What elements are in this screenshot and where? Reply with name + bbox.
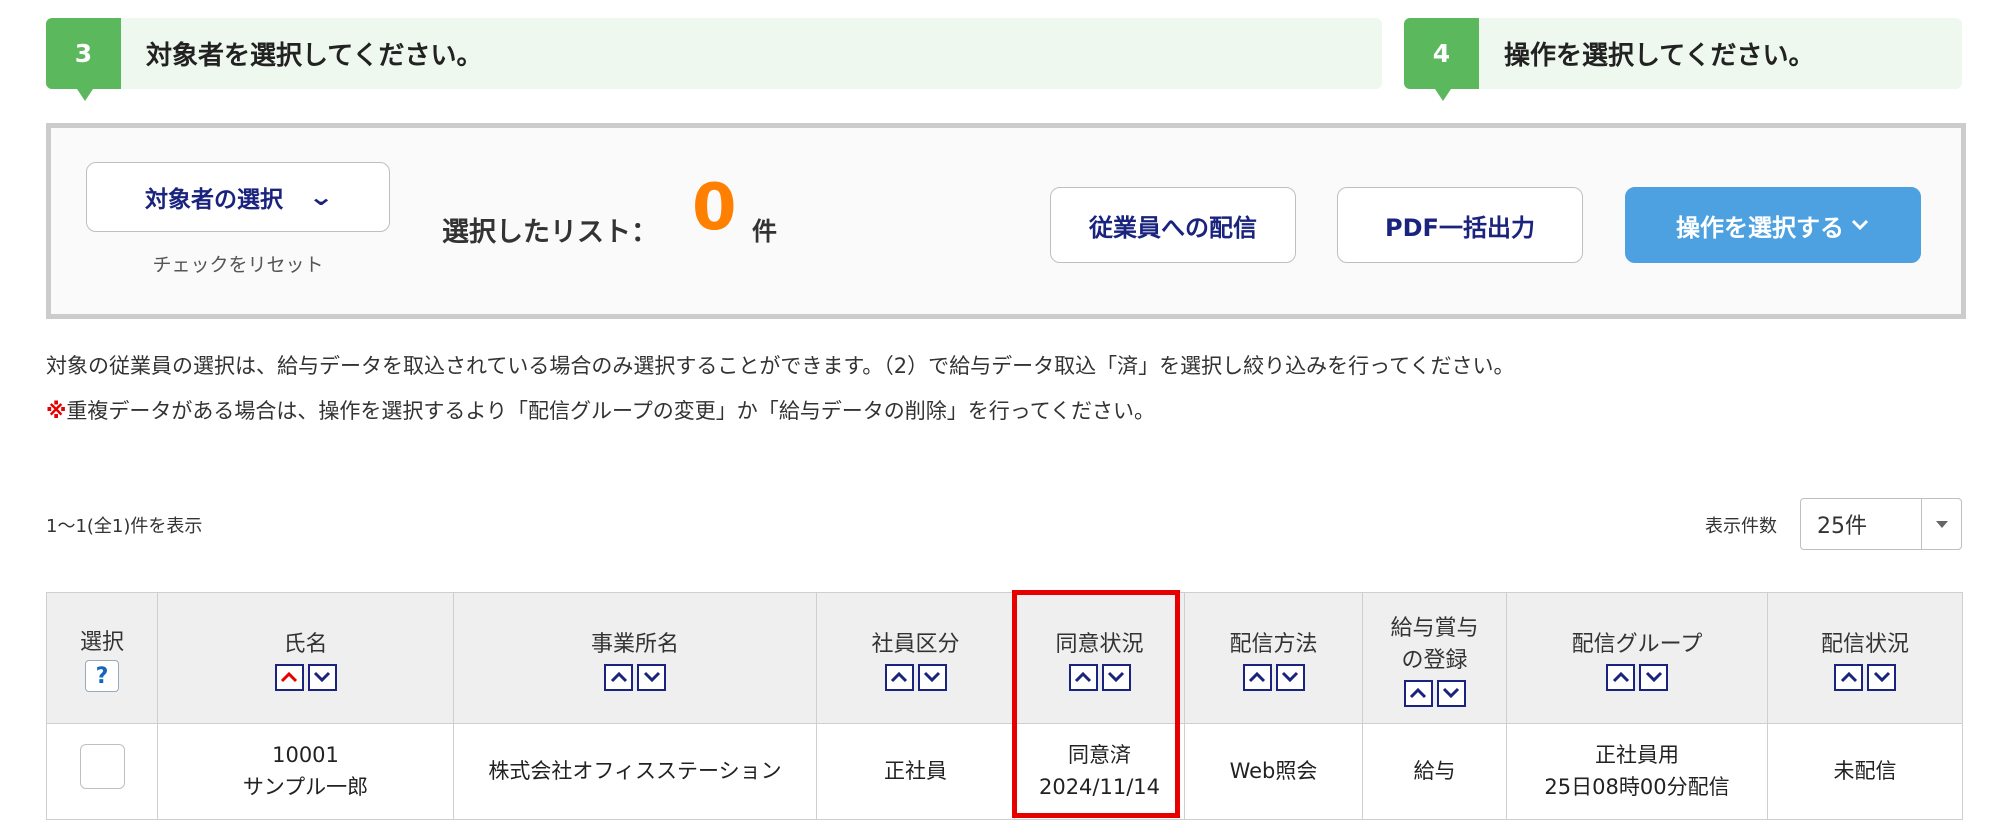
step-4-bar: 4 操作を選択してください。 [1404,18,1962,101]
duplicate-note-text: 重複データがある場合は、操作を選択するより「配信グループの変更」か「給与データの… [66,399,1156,423]
sort-down-icon [1281,671,1299,683]
header-office: 事業所名 [453,592,817,724]
cell-delivery-status: 未配信 [1767,723,1963,820]
header-select: 選択 ? [46,592,158,724]
sort-down-icon [1442,687,1460,699]
chevron-down-icon: ⌄ [307,183,335,211]
dropdown-arrow-icon [1921,499,1961,549]
sort-up-icon [1840,671,1857,683]
header-name: 氏名 [157,592,454,724]
select-action-label: 操作を選択する [1676,213,1844,242]
sort-up-icon [610,671,627,683]
selection-note: 対象の従業員の選択は、給与データを取込されている場合のみ選択することができます。… [46,354,1515,378]
group-schedule: 25日08時00分配信 [1544,774,1730,799]
employee-table: 選択 ? 氏名 事業所名 社員区分 同意状況 配信方法 給与賞与 の登録 配信グ… [46,592,1963,820]
step-3-title: 対象者を選択してください。 [146,41,483,71]
select-action-button[interactable]: 操作を選択する [1625,187,1921,263]
per-page-label: 表示件数 [1705,516,1777,537]
cell-employee-type: 正社員 [816,723,1015,820]
header-employee-type-label: 社員区分 [871,631,960,657]
distribute-to-employees-button[interactable]: 従業員への配信 [1050,187,1296,263]
step-4-title: 操作を選択してください。 [1504,41,1815,71]
target-select-dropdown[interactable]: 対象者の選択 ⌄ [86,162,390,232]
reset-check-link[interactable]: チェックをリセット [86,250,390,277]
employee-name: サンプル一郎 [242,774,369,799]
sort-desc-button[interactable] [1867,663,1896,691]
header-delivery-method: 配信方法 [1184,592,1363,724]
sort-asc-button[interactable] [1606,663,1635,691]
header-delivery-status: 配信状況 [1767,592,1963,724]
employee-id: 10001 [272,743,339,767]
cell-delivery-method: Web照会 [1184,723,1363,820]
header-delivery-status-label: 配信状況 [1820,631,1909,657]
cell-delivery-group: 正社員用 25日08時00分配信 [1506,723,1768,820]
cell-registration: 給与 [1362,723,1507,820]
sort-up-icon [280,671,298,683]
header-registration-line1: 給与賞与 [1390,615,1479,641]
sort-down-icon [313,671,331,683]
step-3-number: 3 [46,18,121,101]
header-registration-line2: の登録 [1401,647,1468,673]
target-select-label: 対象者の選択 [144,187,283,213]
sort-up-icon [1409,687,1427,699]
step-3-bar: 3 対象者を選択してください。 [46,18,1382,101]
sort-asc-button[interactable] [274,663,304,691]
consent-column-highlight [1012,590,1180,818]
sort-asc-button[interactable] [1403,679,1433,707]
header-registration: 給与賞与 の登録 [1362,592,1507,724]
row-checkbox[interactable] [79,744,125,790]
selected-list-label: 選択したリスト： [442,217,658,248]
sort-desc-button[interactable] [917,663,947,691]
chevron-down-icon [1851,219,1869,231]
help-icon[interactable]: ? [85,660,119,692]
selected-unit: 件 [752,217,778,246]
selected-count: 0 [692,171,737,245]
sort-asc-button[interactable] [604,663,633,691]
table-row: 10001 サンプル一郎 株式会社オフィスステーション 正社員 同意済 2024… [46,723,1963,820]
pdf-bulk-export-button[interactable]: PDF一括出力 [1337,187,1583,263]
step-4-number: 4 [1404,18,1479,101]
group-name: 正社員用 [1595,743,1679,767]
sort-down-icon [923,671,941,683]
sort-desc-button[interactable] [307,663,337,691]
header-delivery-method-label: 配信方法 [1229,631,1318,657]
sort-asc-button[interactable] [1834,663,1863,691]
duplicate-note: ※重複データがある場合は、操作を選択するより「配信グループの変更」か「給与データ… [46,395,1155,425]
sort-desc-button[interactable] [1436,679,1466,707]
sort-down-icon [643,671,660,683]
sort-asc-button[interactable] [884,663,914,691]
cell-office: 株式会社オフィスステーション [453,723,817,820]
header-delivery-group-label: 配信グループ [1571,631,1703,657]
sort-down-icon [1873,671,1890,683]
cell-select [46,723,158,820]
header-office-label: 事業所名 [590,631,679,657]
sort-up-icon [890,671,908,683]
header-name-label: 氏名 [283,631,328,657]
sort-up-icon [1248,671,1266,683]
sort-down-icon [1645,671,1662,683]
table-header-row: 選択 ? 氏名 事業所名 社員区分 同意状況 配信方法 給与賞与 の登録 配信グ… [46,592,1963,724]
cell-name: 10001 サンプル一郎 [157,723,454,820]
result-count: 1～1(全1)件を表示 [46,516,203,537]
warning-mark: ※ [46,399,67,423]
header-delivery-group: 配信グループ [1506,592,1768,724]
sort-desc-button[interactable] [637,663,666,691]
sort-desc-button[interactable] [1275,663,1305,691]
header-employee-type: 社員区分 [816,592,1015,724]
sort-asc-button[interactable] [1242,663,1272,691]
sort-up-icon [1612,671,1629,683]
header-select-label: 選択 [79,630,124,655]
sort-desc-button[interactable] [1639,663,1668,691]
per-page-select[interactable]: 25件 [1800,498,1962,550]
per-page-value: 25件 [1817,514,1867,539]
